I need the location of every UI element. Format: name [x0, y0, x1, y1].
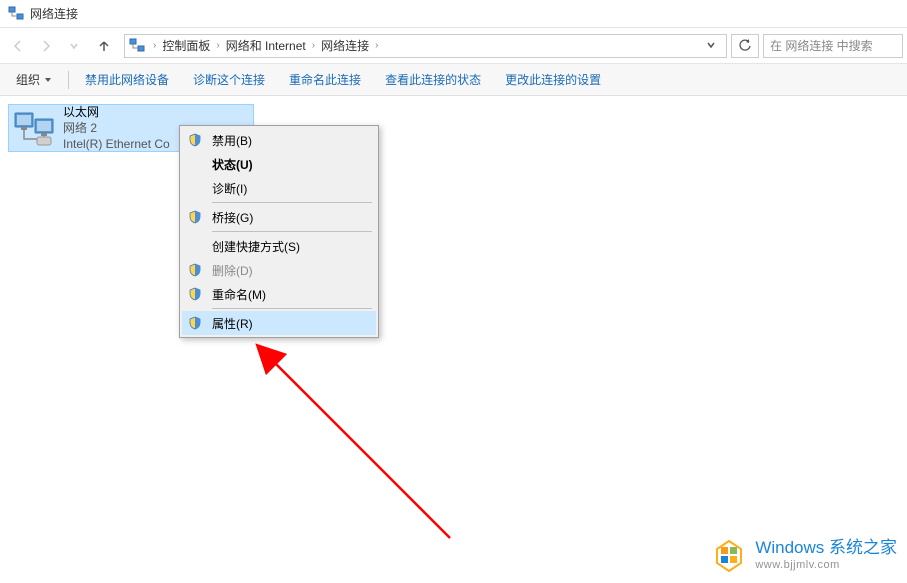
refresh-button[interactable]: [731, 34, 759, 58]
annotation-arrow: [255, 343, 465, 553]
nav-back-button[interactable]: [4, 32, 32, 60]
shield-icon: [186, 131, 204, 149]
toolbar: 组织 禁用此网络设备 诊断这个连接 重命名此连接 查看此连接的状态 更改此连接的…: [0, 64, 907, 96]
refresh-icon: [738, 39, 752, 53]
toolbar-rename[interactable]: 重命名此连接: [281, 67, 369, 92]
arrow-left-icon: [11, 39, 25, 53]
shield-icon: [186, 285, 204, 303]
menu-item-label: 状态(U): [212, 156, 253, 173]
watermark-url: www.bjjmlv.com: [755, 559, 897, 572]
menu-item-label: 重命名(M): [212, 286, 266, 303]
chevron-right-icon: ›: [153, 40, 156, 51]
watermark-logo-icon: [711, 537, 747, 573]
adapter-status: 网络 2: [63, 120, 170, 136]
breadcrumb-item[interactable]: 控制面板: [160, 37, 212, 54]
search-placeholder: 在 网络连接 中搜索: [770, 37, 873, 54]
watermark: Windows 系统之家 www.bjjmlv.com: [711, 537, 897, 573]
breadcrumb-dropdown[interactable]: [700, 39, 722, 53]
shield-icon: [186, 208, 204, 226]
menu-icon-empty: [186, 155, 204, 173]
menu-item-label: 桥接(G): [212, 209, 253, 226]
chevron-right-icon: ›: [375, 40, 378, 51]
menu-item[interactable]: 桥接(G): [182, 205, 376, 229]
adapter-info: 以太网 网络 2 Intel(R) Ethernet Co: [63, 104, 170, 153]
menu-item: 删除(D): [182, 258, 376, 282]
menu-icon-empty: [186, 237, 204, 255]
arrow-right-icon: [39, 39, 53, 53]
nav-up-button[interactable]: [92, 34, 116, 58]
chevron-right-icon: ›: [216, 40, 219, 51]
toolbar-disable-device[interactable]: 禁用此网络设备: [77, 67, 177, 92]
breadcrumb-item[interactable]: 网络和 Internet: [224, 37, 308, 54]
shield-icon: [186, 261, 204, 279]
toolbar-diagnose[interactable]: 诊断这个连接: [185, 67, 273, 92]
breadcrumb-item[interactable]: 网络连接: [319, 37, 371, 54]
addressbar: › 控制面板 › 网络和 Internet › 网络连接 › 在 网络连接 中搜…: [0, 28, 907, 64]
menu-separator: [212, 202, 372, 203]
search-input[interactable]: 在 网络连接 中搜索: [763, 34, 903, 58]
chevron-down-icon: [706, 40, 716, 50]
adapter-name: 以太网: [63, 104, 170, 120]
menu-item[interactable]: 属性(R): [182, 311, 376, 335]
menu-item-label: 禁用(B): [212, 132, 252, 149]
nav-recent-button[interactable]: [60, 32, 88, 60]
window-title: 网络连接: [30, 5, 78, 22]
menu-icon-empty: [186, 179, 204, 197]
ethernet-adapter-icon: [13, 109, 55, 147]
nav-forward-button[interactable]: [32, 32, 60, 60]
menu-item-label: 诊断(I): [212, 180, 247, 197]
watermark-title: Windows 系统之家: [755, 538, 897, 558]
shield-icon: [186, 314, 204, 332]
chevron-down-icon: [44, 76, 52, 84]
adapter-device: Intel(R) Ethernet Co: [63, 136, 170, 152]
toolbar-view-status[interactable]: 查看此连接的状态: [377, 67, 489, 92]
menu-item[interactable]: 诊断(I): [182, 176, 376, 200]
menu-separator: [212, 231, 372, 232]
chevron-right-icon: ›: [312, 40, 315, 51]
organize-button[interactable]: 组织: [8, 67, 60, 92]
separator: [68, 71, 69, 89]
network-connections-icon: [129, 38, 145, 54]
menu-separator: [212, 308, 372, 309]
titlebar: 网络连接: [0, 0, 907, 28]
menu-item[interactable]: 重命名(M): [182, 282, 376, 306]
menu-item[interactable]: 创建快捷方式(S): [182, 234, 376, 258]
context-menu: 禁用(B) 状态(U) 诊断(I) 桥接(G) 创建快捷方式(S) 删除(D) 重命名(M)…: [179, 125, 379, 338]
menu-item-label: 属性(R): [212, 315, 253, 332]
arrow-up-icon: [97, 39, 111, 53]
menu-item-label: 创建快捷方式(S): [212, 238, 300, 255]
network-connections-icon: [8, 6, 24, 22]
breadcrumb[interactable]: › 控制面板 › 网络和 Internet › 网络连接 ›: [124, 34, 727, 58]
menu-item[interactable]: 状态(U): [182, 152, 376, 176]
content-pane[interactable]: 以太网 网络 2 Intel(R) Ethernet Co 禁用(B) 状态(U)…: [0, 96, 907, 583]
menu-item[interactable]: 禁用(B): [182, 128, 376, 152]
chevron-down-icon: [69, 41, 79, 51]
toolbar-change-settings[interactable]: 更改此连接的设置: [497, 67, 609, 92]
menu-item-label: 删除(D): [212, 262, 253, 279]
